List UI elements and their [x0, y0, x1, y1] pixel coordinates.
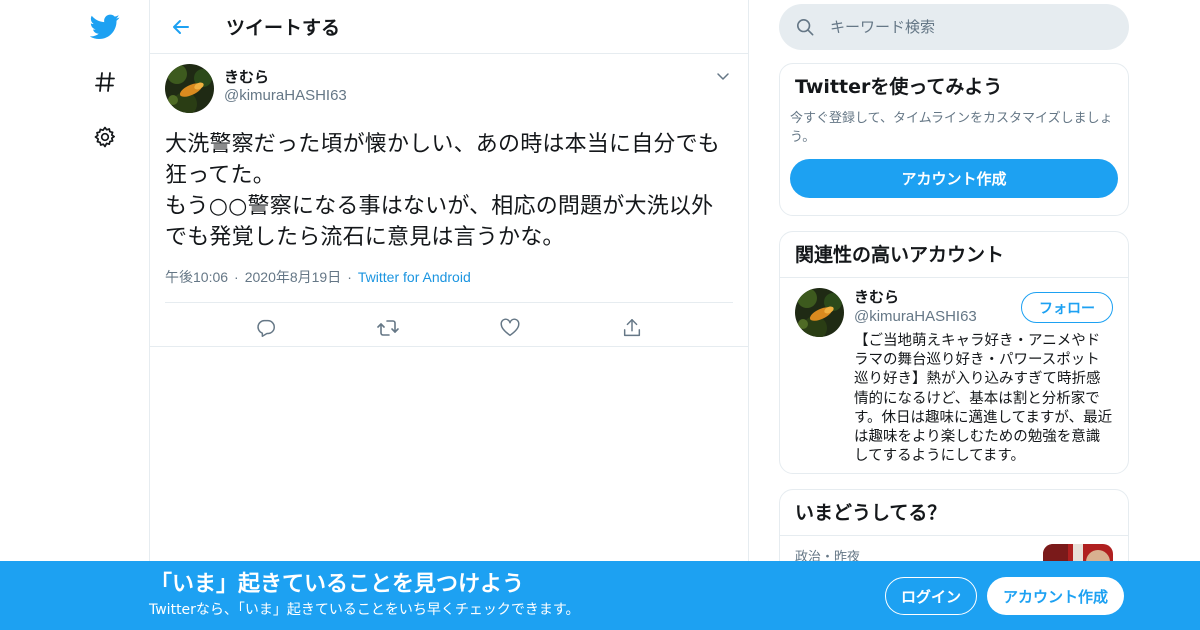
avatar[interactable]	[795, 288, 844, 337]
tweet-actions	[165, 303, 733, 352]
divider	[150, 346, 748, 347]
tweet-author-row: きむら @kimuraHASHI63	[165, 64, 733, 113]
banner-subtitle: Twitterなら、「いま」起きていることをいち早くチェックできます。	[149, 602, 580, 618]
chevron-down-icon[interactable]	[715, 68, 733, 86]
signup-banner: 「いま」起きていることを見つけよう Twitterなら、「いま」起きていることを…	[0, 561, 1200, 630]
related-accounts-title: 関連性の高いアカウント	[780, 232, 1128, 278]
main-column: ツイートする きむら @kimuraHASHI63 大洗警察だった頃が懐かしい、…	[149, 0, 749, 630]
tweet: きむら @kimuraHASHI63 大洗警察だった頃が懐かしい、あの時は本当に…	[150, 54, 748, 352]
page-header: ツイートする	[150, 0, 748, 54]
retweet-icon[interactable]	[376, 316, 400, 340]
twitter-logo-icon[interactable]	[90, 12, 120, 42]
gear-icon[interactable]	[90, 122, 120, 152]
search-input[interactable]	[830, 18, 1110, 36]
author-handle[interactable]: @kimuraHASHI63	[224, 87, 347, 105]
hashtag-icon[interactable]	[90, 67, 120, 97]
author-name[interactable]: きむら	[224, 67, 347, 87]
search-bar[interactable]	[779, 4, 1129, 50]
signup-card-subtitle: 今すぐ登録して、タイムラインをカスタマイズしましょう。	[790, 111, 1113, 145]
signup-card: Twitterを使ってみよう 今すぐ登録して、タイムラインをカスタマイズしましょ…	[779, 63, 1129, 216]
create-account-button[interactable]: アカウント作成	[790, 159, 1118, 198]
back-arrow-icon[interactable]	[170, 16, 192, 38]
tweet-date[interactable]: 2020年8月19日	[245, 267, 342, 287]
related-account[interactable]: きむら @kimuraHASHI63 【ご当地萌えキャラ好き・アニメやドラマの舞…	[780, 278, 1128, 476]
tweet-time[interactable]: 午後10:06	[165, 267, 228, 287]
related-account-bio: 【ご当地萌えキャラ好き・アニメやドラマの舞台巡り好き・パワースポット巡り好き】熱…	[854, 333, 1113, 465]
tweet-text: 大洗警察だった頃が懐かしい、あの時は本当に自分でも狂ってた。 もう○○警察になる…	[165, 132, 721, 250]
like-icon[interactable]	[498, 316, 522, 340]
avatar[interactable]	[165, 64, 214, 113]
meta-separator: ·	[234, 269, 239, 285]
left-nav	[0, 0, 150, 630]
author-block: きむら @kimuraHASHI63	[224, 67, 347, 105]
related-accounts-card: 関連性の高いアカウント きむら @kimuraHASHI63 【ご当地萌えキャラ…	[779, 231, 1129, 474]
share-icon[interactable]	[620, 316, 644, 340]
trends-title: いまどうしてる？	[780, 490, 1128, 536]
meta-separator: ·	[347, 269, 352, 285]
banner-title: 「いま」起きていることを見つけよう	[150, 572, 525, 597]
login-button[interactable]: ログイン	[885, 577, 977, 615]
search-icon	[796, 18, 814, 36]
page-title: ツイートする	[226, 17, 341, 39]
reply-icon[interactable]	[254, 316, 278, 340]
signup-card-title: Twitterを使ってみよう	[795, 76, 1003, 98]
follow-button[interactable]: フォロー	[1021, 292, 1113, 323]
signup-button[interactable]: アカウント作成	[987, 577, 1124, 615]
tweet-source-link[interactable]: Twitter for Android	[358, 269, 471, 285]
tweet-meta: 午後10:06 · 2020年8月19日 · Twitter for Andro…	[165, 267, 733, 287]
